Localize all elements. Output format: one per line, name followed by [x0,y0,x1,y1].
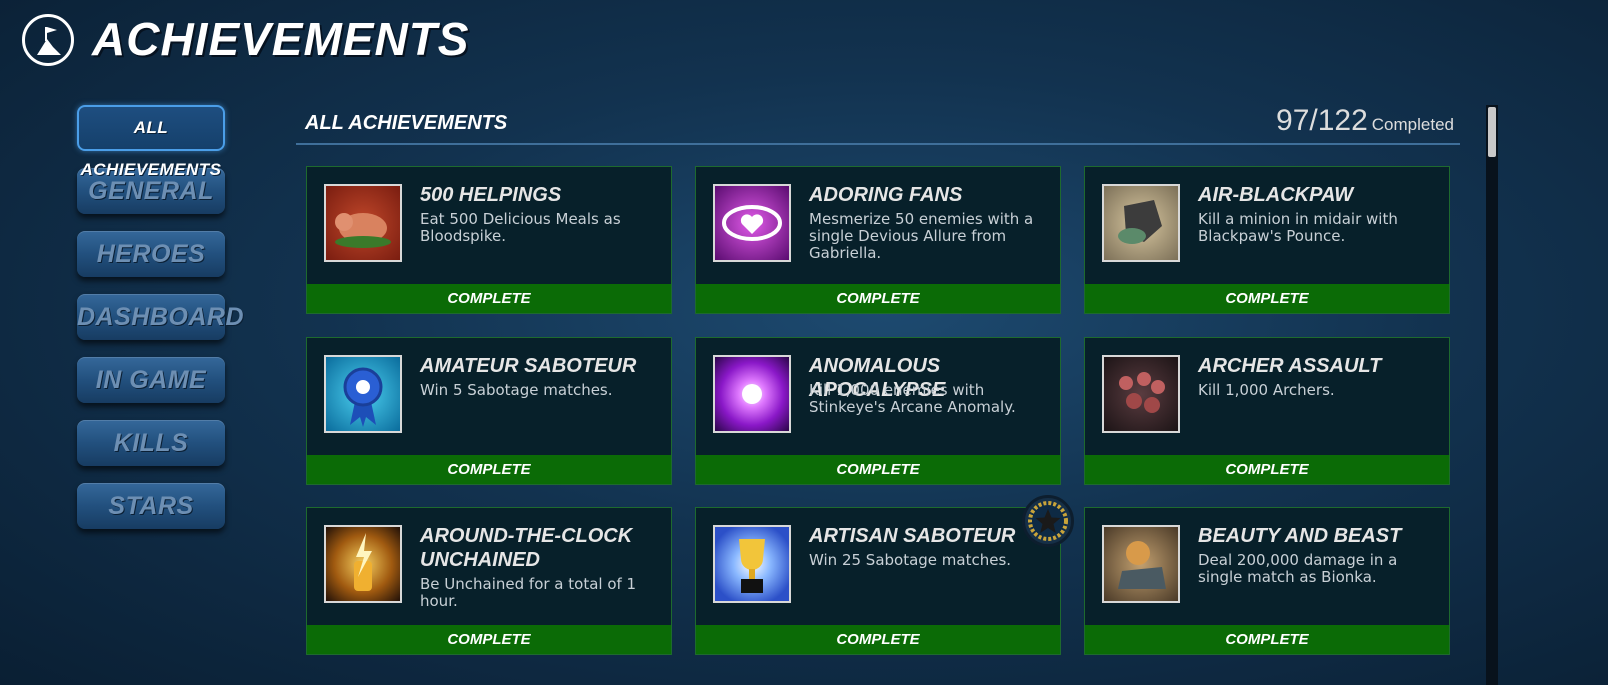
achievement-status: COMPLETE [1085,284,1449,313]
achievement-card[interactable]: Around-the-Clock Unchained Be Unchained … [306,507,672,655]
achievement-desc: Kill a minion in midair with Blackpaw's … [1198,210,1398,245]
achievement-desc: Win 25 Sabotage matches. [809,551,1012,569]
archer-horde-icon [1102,355,1180,433]
nav-dashboard[interactable]: DASHBOARD [77,294,244,340]
heart-eye-icon [713,184,791,262]
achievement-title: Beauty and Beast [1198,525,1402,547]
achievement-title: Adoring Fans [809,184,963,206]
achievement-title: Amateur Saboteur [420,355,637,377]
blackpaw-pounce-icon [1102,184,1180,262]
completion-count-label: Completed [1371,115,1454,134]
blue-ribbon-icon [324,355,402,433]
achievement-status: COMPLETE [307,625,671,654]
bionka-beast-icon [1102,525,1180,603]
achievement-title: Archer Assault [1198,355,1382,377]
completion-count: 97/122 Completed [1276,104,1454,138]
category-nav: ALL ACHIEVEMENTS GENERAL HEROES DASHBOAR… [77,105,244,546]
achievement-status: COMPLETE [1085,455,1449,484]
achievement-card[interactable]: Air-Blackpaw Kill a minion in midair wit… [1084,166,1450,314]
achievement-card[interactable]: Artisan Saboteur Win 25 Sabotage matches… [695,507,1061,655]
achievement-status: COMPLETE [696,455,1060,484]
page-title: ACHIEVEMENTS [92,13,470,65]
achievement-card[interactable]: Adoring Fans Mesmerize 50 enemies with a… [695,166,1061,314]
achievement-card[interactable]: Anomalous Apocalypse Kill 1,000 enemies … [695,337,1061,485]
achievement-desc: Be Unchained for a total of 1 hour. [420,575,637,610]
achievement-desc: Eat 500 Delicious Meals as Bloodspike. [420,210,621,245]
achievement-title: Artisan Saboteur [809,525,1016,547]
star-medal-icon [1022,495,1074,547]
nav-heroes[interactable]: HEROES [77,231,225,277]
achievement-desc: Kill 1,000 Archers. [1198,381,1335,399]
nav-kills[interactable]: KILLS [77,420,225,466]
achievement-desc: Mesmerize 50 enemies with a single Devio… [809,210,1034,262]
roast-pig-icon [324,184,402,262]
achievement-status: COMPLETE [696,284,1060,313]
header-divider [296,143,1460,145]
achievement-status: COMPLETE [1085,625,1449,654]
achievement-card[interactable]: Beauty and Beast Deal 200,000 damage in … [1084,507,1450,655]
achievement-title: 500 Helpings [420,184,562,206]
achievement-desc: Win 5 Sabotage matches. [420,381,613,399]
game-logo [22,14,74,66]
nav-in-game[interactable]: IN GAME [77,357,225,403]
nav-all-achievements[interactable]: ALL ACHIEVEMENTS [77,105,225,179]
scrollbar-thumb[interactable] [1488,107,1496,157]
achievement-card[interactable]: Archer Assault Kill 1,000 Archers. COMPL… [1084,337,1450,485]
section-title: ALL ACHIEVEMENTS [305,112,508,134]
arcane-burst-icon [713,355,791,433]
lightning-bottle-icon [324,525,402,603]
nav-stars[interactable]: STARS [77,483,225,529]
achievement-desc: Kill 1,000 enemies with Stinkeye's Arcan… [809,381,1016,416]
scrollbar-track[interactable] [1486,105,1498,685]
achievement-status: COMPLETE [696,625,1060,654]
completion-count-value: 97/122 [1276,104,1368,137]
gold-trophy-icon [713,525,791,603]
nav-general[interactable]: GENERAL [77,168,225,214]
achievement-card[interactable]: Amateur Saboteur Win 5 Sabotage matches.… [306,337,672,485]
achievement-status: COMPLETE [307,455,671,484]
achievement-card[interactable]: 500 Helpings Eat 500 Delicious Meals as … [306,166,672,314]
achievement-title: Around-the-Clock Unchained [420,525,633,571]
achievement-status: COMPLETE [307,284,671,313]
achievement-title: Air-Blackpaw [1198,184,1354,206]
achievement-desc: Deal 200,000 damage in a single match as… [1198,551,1398,586]
flag-emblem-icon [37,27,61,55]
